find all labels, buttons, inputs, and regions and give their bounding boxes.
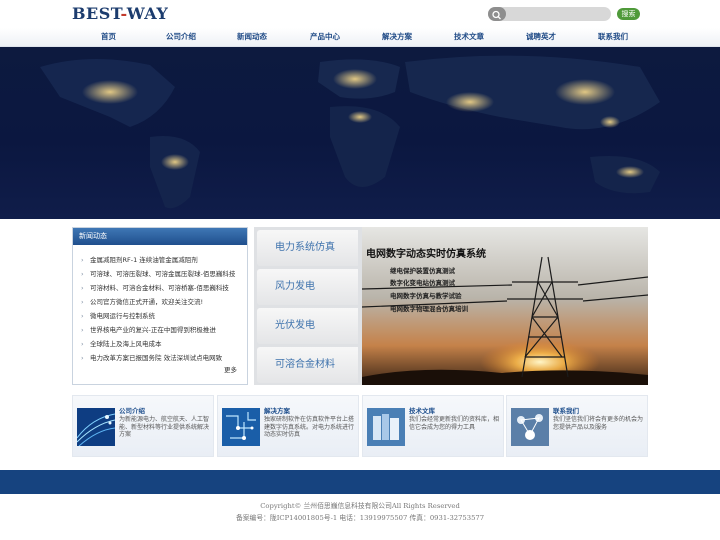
- card-title: 联系我们: [553, 407, 579, 415]
- news-item[interactable]: › 电力改革方案已报国务院 效法深圳试点电网致: [81, 352, 247, 366]
- card-title: 技术文库: [409, 407, 435, 415]
- footer-bar: [0, 470, 720, 494]
- card-library[interactable]: 技术文库 我们会经常更新我们的资料库，相信它会成为您的得力工具: [362, 395, 504, 457]
- card-title: 解决方案: [264, 407, 290, 415]
- tab-soluble-alloy[interactable]: 可溶合金材料: [257, 347, 358, 383]
- network-image: [511, 408, 549, 446]
- nav-item-solutions[interactable]: 解决方案: [382, 31, 412, 42]
- fiber-optic-image: [77, 408, 115, 446]
- bullet-icon: ›: [81, 270, 84, 278]
- earth-at-night-image: [40, 55, 660, 209]
- tab-power-simulation[interactable]: 电力系统仿真: [257, 230, 358, 266]
- news-item[interactable]: › 世界核电产业的复兴-正在中国得到积极推进: [81, 324, 247, 338]
- search-box: [488, 7, 611, 21]
- news-item[interactable]: › 金属减阻剂RF-1 连续油管金属减阻剂: [81, 254, 247, 268]
- bullet-icon: ›: [81, 298, 84, 306]
- search-icon: [488, 7, 506, 21]
- logo-part-2: WAY: [126, 4, 169, 23]
- bullet-icon: ›: [81, 326, 84, 334]
- card-description: 为新能源电力、航空航天、人工智能、新型材料等行业提供系统解决方案: [119, 416, 210, 438]
- logo-part-1: BEST: [72, 4, 121, 23]
- tab-wind-power[interactable]: 风力发电: [257, 269, 358, 305]
- header: BEST-WAY 搜索: [0, 0, 720, 28]
- bullet-icon: ›: [81, 284, 84, 292]
- feature-line: 电网数字仿真与教学试验: [390, 292, 462, 300]
- books-image: [367, 408, 405, 446]
- product-tabs: 电力系统仿真 风力发电 光伏发电 可溶合金材料: [254, 227, 362, 385]
- card-about[interactable]: 公司介绍 为新能源电力、航空航天、人工智能、新型材料等行业提供系统解决方案: [72, 395, 214, 457]
- bullet-icon: ›: [81, 312, 84, 320]
- bullet-icon: ›: [81, 340, 84, 348]
- card-description: 我们会经常更新我们的资料库，相信它会成为您的得力工具: [409, 416, 500, 431]
- footer: Copyright© 兰州佰思巍信息科技有限公司All Rights Reser…: [0, 500, 720, 524]
- nav-item-contact[interactable]: 联系我们: [598, 31, 628, 42]
- news-item[interactable]: › 全球陆上及海上风电成本: [81, 338, 247, 352]
- feature-title: 电网数字动态实时仿真系统: [366, 249, 486, 260]
- news-panel: 新闻动态 › 金属减阻剂RF-1 连续油管金属减阻剂 › 可溶球、可溶压裂球、可溶金…: [72, 227, 248, 385]
- news-list: › 金属减阻剂RF-1 连续油管金属减阻剂 › 可溶球、可溶压裂球、可溶金属压裂球-…: [73, 245, 247, 366]
- bullet-icon: ›: [81, 256, 84, 264]
- nav-item-articles[interactable]: 技术文章: [454, 31, 484, 42]
- card-description: 独家研制软件在仿真软件平台上搭建数字仿真系统。对电力系统进行动态实时仿真: [264, 416, 355, 438]
- circuit-image: [222, 408, 260, 446]
- nav-item-home[interactable]: 首页: [101, 31, 116, 42]
- card-contact[interactable]: 联系我们 我们坚信我们将会有更多的机会为您提供产品以及服务: [506, 395, 648, 457]
- nav-item-about[interactable]: 公司介绍: [166, 31, 196, 42]
- nav-item-products[interactable]: 产品中心: [310, 31, 340, 42]
- card-description: 我们坚信我们将会有更多的机会为您提供产品以及服务: [553, 416, 644, 431]
- search-input[interactable]: [508, 8, 606, 20]
- bullet-icon: ›: [81, 354, 84, 362]
- feature-line: 继电保护装置仿真测试: [390, 267, 455, 275]
- card-title: 公司介绍: [119, 407, 145, 415]
- main-nav: 首页 公司介绍 新闻动态 产品中心 解决方案 技术文章 诚聘英才 联系我们: [0, 28, 720, 47]
- feature-line: 数字化变电站仿真测试: [390, 279, 455, 287]
- logo[interactable]: BEST-WAY: [72, 4, 168, 23]
- copyright-text: Copyright© 兰州佰思巍信息科技有限公司All Rights Reser…: [260, 502, 460, 510]
- hero-banner: [0, 47, 720, 219]
- news-panel-title: 新闻动态: [73, 228, 247, 245]
- feature-image[interactable]: 电网数字动态实时仿真系统 继电保护装置仿真测试 数字化变电站仿真测试 电网数字仿…: [362, 227, 648, 385]
- search-button[interactable]: 搜索: [617, 8, 640, 20]
- news-item[interactable]: › 微电网运行与控制系统: [81, 310, 247, 324]
- feature-line: 电网数字物理混合仿真培训: [390, 305, 468, 313]
- icp-text: 备案编号：陇ICP14001805号-1 电话：13919975507 传真：0…: [235, 514, 485, 522]
- news-item[interactable]: › 可溶材料、可溶合金材料、可溶桥塞-佰思巍科技: [81, 282, 247, 296]
- news-item[interactable]: › 公司官方微信正式开通，欢迎关注交流!: [81, 296, 247, 310]
- news-more-link[interactable]: 更多: [224, 364, 237, 374]
- news-item[interactable]: › 可溶球、可溶压裂球、可溶金属压裂球-佰思巍科技: [81, 268, 247, 282]
- nav-item-careers[interactable]: 诚聘英才: [526, 31, 556, 42]
- page: BEST-WAY 搜索 首页 公司介绍 新闻动态 产品中心 解决方案 技术文章 …: [0, 0, 720, 540]
- nav-item-news[interactable]: 新闻动态: [237, 31, 267, 42]
- tab-solar-power[interactable]: 光伏发电: [257, 308, 358, 344]
- card-solutions[interactable]: 解决方案 独家研制软件在仿真软件平台上搭建数字仿真系统。对电力系统进行动态实时仿…: [217, 395, 359, 457]
